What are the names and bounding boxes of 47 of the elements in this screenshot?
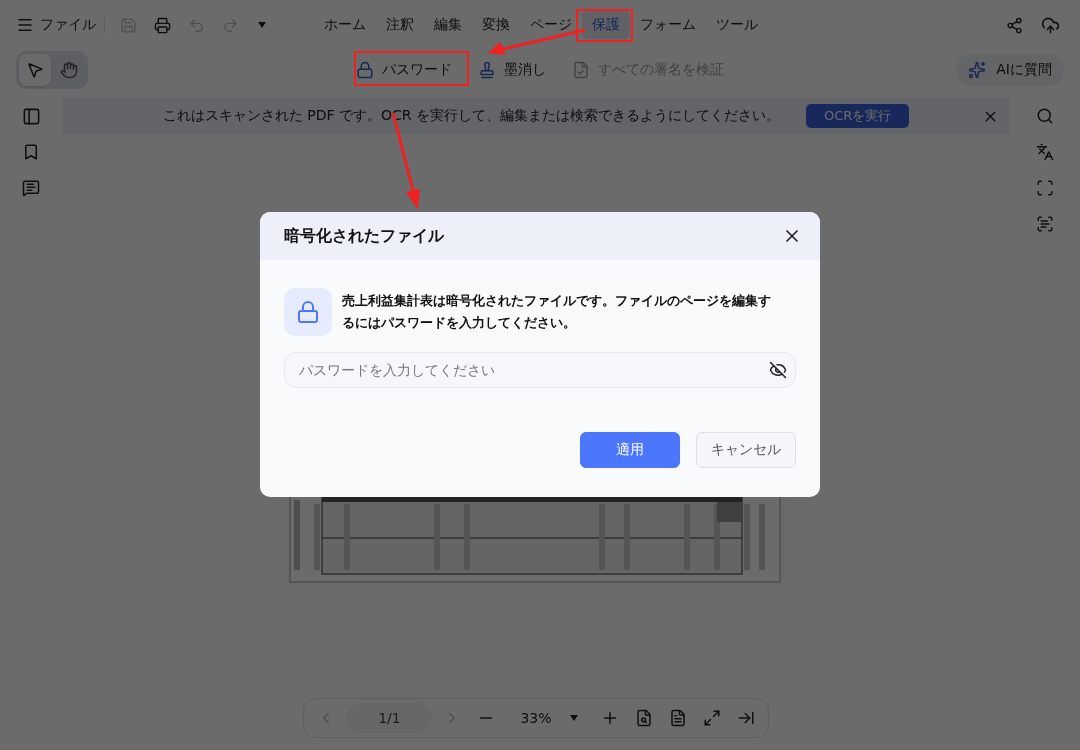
sparkle-icon [968, 61, 987, 79]
document-view-icon[interactable] [634, 709, 653, 727]
ocr-button[interactable]: OCRを実行 [805, 104, 910, 128]
page-field[interactable]: 1/1 [346, 703, 433, 733]
cancel-button[interactable]: キャンセル [696, 432, 796, 468]
caret-icon[interactable] [569, 715, 578, 721]
toolbar-button[interactable]: 墨消し [466, 55, 558, 85]
lock-icon [284, 288, 332, 336]
document-icon[interactable] [668, 709, 687, 727]
ribbon-tab[interactable]: フォーム [630, 11, 706, 39]
apply-button[interactable]: 適用 [580, 432, 680, 468]
search-icon[interactable] [1036, 107, 1054, 125]
hand-icon[interactable] [60, 61, 78, 79]
cloud-upload-icon[interactable] [1040, 15, 1060, 35]
ribbon-tab[interactable]: 編集 [424, 11, 472, 39]
highlight-box [576, 9, 633, 42]
printer-icon[interactable] [153, 16, 171, 34]
thumbnails-icon[interactable] [21, 106, 41, 126]
ai-button[interactable]: AIに質問 [956, 54, 1064, 86]
pointer-icon[interactable] [26, 61, 44, 79]
document-check-icon [572, 61, 590, 79]
lock-icon [356, 61, 374, 79]
caret-icon[interactable] [257, 21, 267, 29]
hidden-eye-icon[interactable] [769, 361, 787, 379]
comment-icon[interactable] [22, 179, 40, 197]
ribbon-tab[interactable]: 変換 [472, 11, 520, 39]
translate-icon[interactable] [1036, 143, 1054, 161]
ribbon-tab[interactable]: ツール [706, 11, 768, 39]
exit-icon[interactable] [736, 709, 755, 727]
menu-icon [16, 16, 34, 34]
password-field[interactable]: パスワードを入力してください [284, 352, 796, 388]
ribbon-tab[interactable]: 保護 [582, 11, 630, 39]
pointer-tool[interactable] [19, 54, 51, 86]
stamp-icon [478, 61, 496, 79]
ribbon-tab[interactable]: ページ [520, 11, 582, 39]
toolbar-button[interactable]: パスワード [344, 55, 464, 85]
zoom-level[interactable]: 33% [520, 710, 552, 726]
bookmark-icon[interactable] [22, 143, 40, 161]
scan-text-icon[interactable] [1036, 215, 1054, 233]
share-icon[interactable] [1005, 16, 1023, 34]
dialog-title: 暗号化されたファイル [284, 225, 444, 247]
scan-icon[interactable] [1036, 179, 1054, 197]
ribbon-tab[interactable]: 注釈 [376, 11, 424, 39]
file-menu[interactable]: ファイル [16, 16, 96, 34]
dialog-message: 売上利益集計表は暗号化されたファイルです。ファイルのページを編集するにはパスワードを入力してください。 [342, 292, 772, 332]
ribbon-tab[interactable]: ホーム [314, 11, 376, 39]
fullscreen-icon[interactable] [702, 709, 721, 727]
